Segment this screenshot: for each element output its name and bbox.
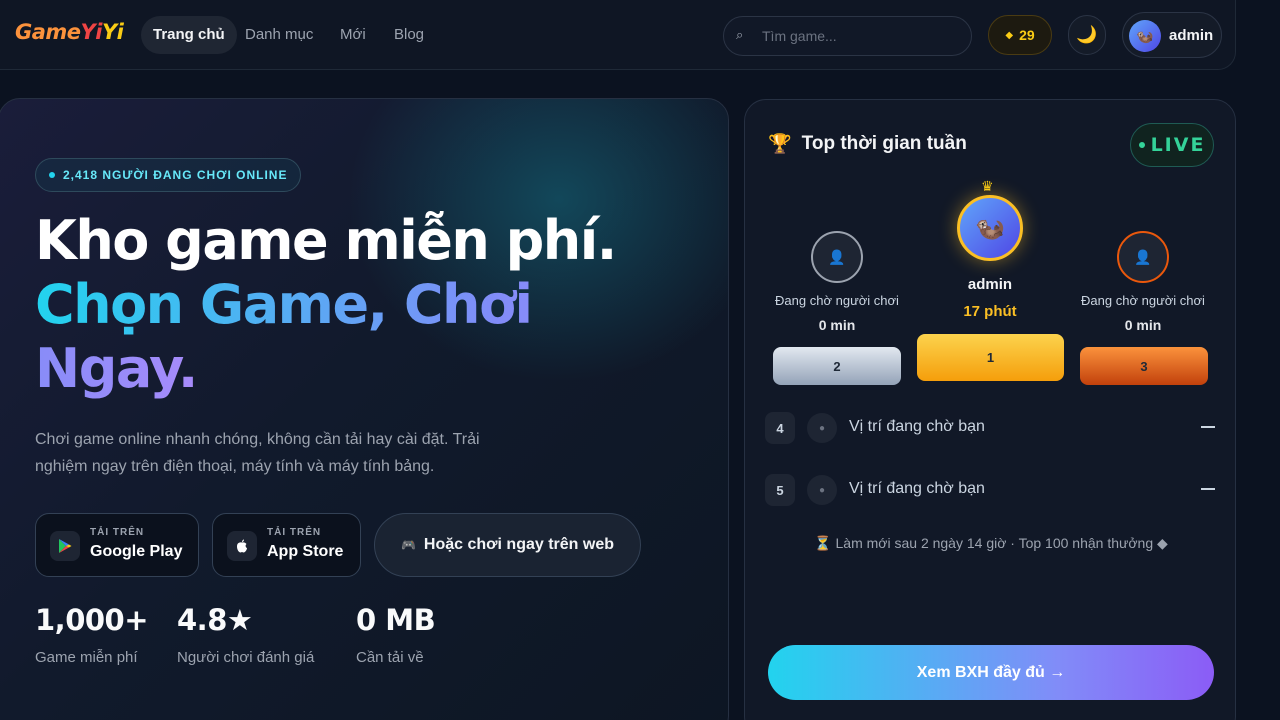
dash-icon [1201, 488, 1215, 490]
nav-link-blog[interactable]: Blog [382, 16, 436, 54]
refresh-note: ⏳ Làm mới sau 2 ngày 14 giờ · Top 100 nh… [814, 535, 1168, 551]
gamepad-icon: 🎮 [400, 538, 416, 552]
stat-download-size: 0 MB Cần tải về [356, 603, 436, 666]
podium-name-3: Đang chờ người chơi [1081, 293, 1205, 308]
user-placeholder-icon: 👤 [1134, 248, 1152, 265]
coin-balance[interactable]: ◆ 29 [988, 15, 1052, 55]
dot-icon: ● [807, 413, 837, 443]
list-item[interactable]: 5 ● Vị trí đang chờ bạn [765, 468, 1215, 512]
search-input[interactable] [762, 25, 962, 47]
user-menu-button[interactable]: 🦦 admin [1122, 12, 1222, 58]
podium-time-3: 0 min [1124, 317, 1162, 333]
avatar-rank-1[interactable]: 🦦 [957, 195, 1023, 261]
apple-icon [227, 531, 257, 561]
stat-rating: 4.8★ Người chơi đánh giá [177, 603, 315, 666]
avatar: 🦦 [1129, 20, 1161, 52]
nav-link-new[interactable]: Mới [328, 16, 378, 54]
site-logo[interactable]: GameYiYi [15, 20, 124, 44]
search-icon: ⌕ [736, 27, 744, 42]
diamond-icon: ◆ [1005, 29, 1014, 41]
google-play-icon [50, 531, 80, 561]
live-dot-icon [1138, 142, 1145, 148]
google-play-button[interactable]: TẢI TRÊN Google Play [35, 513, 199, 577]
podium-time-1: 17 phút [963, 303, 1017, 320]
stat-games: 1,000+ Game miễn phí [35, 603, 149, 666]
hero-panel: 2,418 NGƯỜI ĐANG CHƠI ONLINE Kho game mi… [0, 98, 729, 720]
list-item[interactable]: 4 ● Vị trí đang chờ bạn [765, 406, 1215, 450]
leaderboard-panel: 🏆 Top thời gian tuần LIVE ♛ 🦦 admin 17 p… [744, 99, 1236, 720]
live-badge: LIVE [1130, 123, 1214, 167]
headline-line-1: Kho game miễn phí. [35, 209, 617, 272]
moon-icon: 🌙 [1076, 25, 1098, 44]
podium-block-3: 3 [1080, 347, 1208, 385]
nav-link-home[interactable]: Trang chủ [141, 16, 237, 54]
headline-line-2: Chọn Game, Chơi Ngay. [35, 273, 533, 400]
online-count-pill: 2,418 NGƯỜI ĐANG CHƠI ONLINE [35, 158, 302, 192]
hero-description: Chơi game online nhanh chóng, không cần … [35, 431, 480, 475]
play-web-button[interactable]: 🎮 Hoặc chơi ngay trên web [374, 513, 641, 577]
dash-icon [1201, 426, 1215, 428]
top-nav: GameYiYi Trang chủ Danh mục Mới Blog ⌕ ◆… [0, 0, 1236, 70]
avatar-rank-3[interactable]: 👤 [1117, 231, 1169, 283]
avatar-rank-2[interactable]: 👤 [811, 231, 863, 283]
online-dot-icon [49, 172, 55, 178]
podium-name-2: Đang chờ người chơi [775, 293, 899, 308]
search-box[interactable]: ⌕ [723, 16, 972, 56]
podium-name-1: admin [967, 276, 1013, 293]
view-full-leaderboard-button[interactable]: Xem BXH đầy đủ → [768, 645, 1214, 700]
podium-block-2: 2 [773, 347, 901, 385]
podium-time-2: 0 min [818, 317, 856, 333]
user-name: admin [1169, 27, 1214, 44]
leaderboard-title: 🏆 Top thời gian tuần [768, 133, 967, 155]
theme-toggle-button[interactable]: 🌙 [1068, 15, 1106, 55]
trophy-icon: 🏆 [768, 134, 792, 155]
nav-link-categories[interactable]: Danh mục [233, 16, 325, 54]
crown-icon: ♛ [981, 178, 994, 194]
dot-icon: ● [807, 475, 837, 505]
hero-headline: Kho game miễn phí. Chọn Game, Chơi Ngay. [35, 209, 675, 401]
app-store-button[interactable]: TẢI TRÊN App Store [212, 513, 361, 577]
podium-block-1: 1 [917, 334, 1064, 381]
user-placeholder-icon: 👤 [828, 248, 846, 265]
